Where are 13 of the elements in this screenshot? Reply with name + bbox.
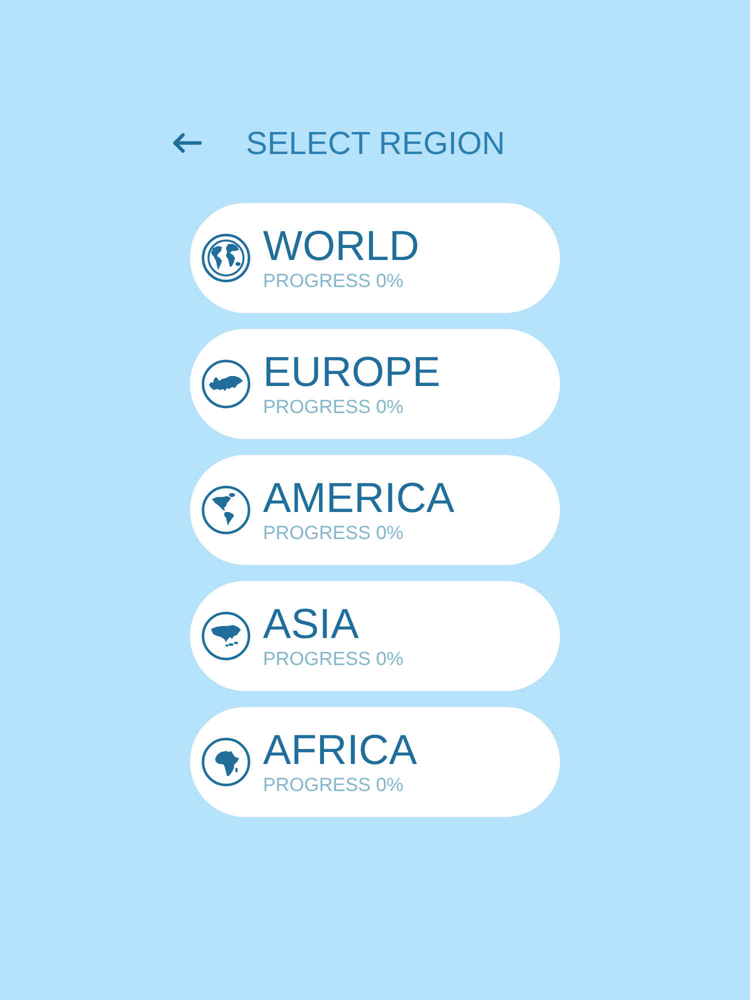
- region-button[interactable]: WORLD PROGRESS 0%: [190, 203, 560, 313]
- eurasia-map-icon: [201, 359, 251, 409]
- region-button[interactable]: ASIA PROGRESS 0%: [190, 581, 560, 691]
- region-button[interactable]: AFRICA PROGRESS 0%: [190, 707, 560, 817]
- region-button[interactable]: AMERICA PROGRESS 0%: [190, 455, 560, 565]
- back-button[interactable]: [172, 132, 202, 154]
- americas-map-icon: [201, 485, 251, 535]
- asia-map-icon: [201, 611, 251, 661]
- africa-map-icon: [201, 737, 251, 787]
- screen-title: SELECT REGION: [246, 124, 506, 162]
- region-button[interactable]: EUROPE PROGRESS 0%: [190, 329, 560, 439]
- back-arrow-icon: [172, 132, 202, 154]
- globe-icon: [201, 233, 251, 283]
